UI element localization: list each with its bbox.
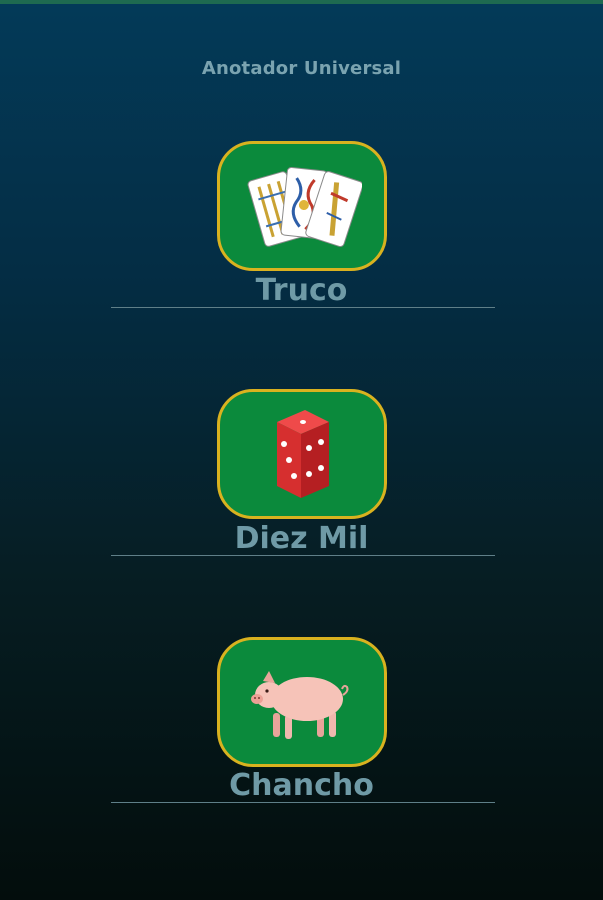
chancho-button[interactable]: [217, 637, 387, 767]
app-screen: Anotador Universal Truco Diez Mil Chanch…: [0, 0, 603, 900]
dice-icon: [277, 410, 329, 498]
truco-label[interactable]: Truco: [0, 274, 603, 308]
truco-button[interactable]: [217, 141, 387, 271]
chancho-label[interactable]: Chancho: [0, 769, 603, 803]
chancho-divider: [111, 802, 495, 803]
spanish-cards-icon: [247, 166, 362, 248]
truco-divider: [111, 307, 495, 308]
app-title: Anotador Universal: [201, 58, 402, 79]
diez-mil-divider: [111, 555, 495, 556]
pig-icon: [251, 671, 349, 739]
diez-mil-button[interactable]: [217, 389, 387, 519]
diez-mil-label[interactable]: Diez Mil: [0, 522, 603, 556]
